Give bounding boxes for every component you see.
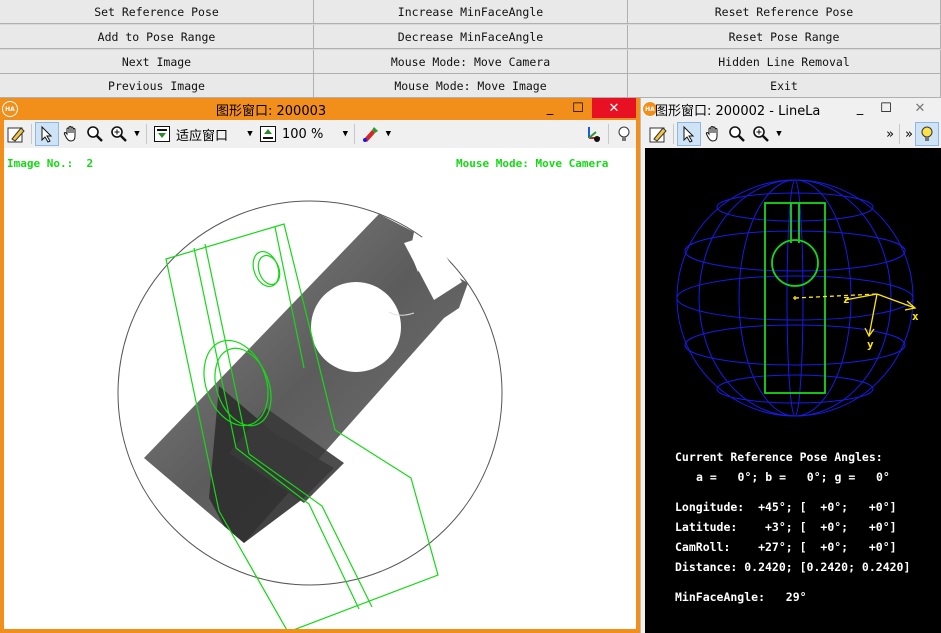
magnifier-icon[interactable] — [725, 122, 749, 146]
minimize-button[interactable]: _ — [536, 98, 564, 118]
min-face-angle-line: MinFaceAngle: 29° — [675, 590, 807, 604]
increase-min-face-angle-button[interactable]: Increase MinFaceAngle — [314, 0, 628, 24]
chevron-down-icon[interactable]: ▼ — [339, 122, 351, 146]
previous-image-button[interactable]: Previous Image — [0, 74, 314, 98]
next-image-button[interactable]: Next Image — [0, 50, 314, 74]
pointer-icon[interactable] — [35, 122, 59, 146]
axis-pose-icon[interactable] — [581, 122, 605, 146]
camera-image-view — [117, 200, 503, 633]
axis-x-label: x — [912, 310, 919, 323]
mouse-mode-label: Mouse Mode: Move Camera — [456, 157, 609, 170]
mouse-mode-move-image-button[interactable]: Mouse Mode: Move Image — [314, 74, 628, 98]
distance-line: Distance: 0.2420; [0.2420; 0.2420] — [675, 560, 911, 574]
chevron-down-icon[interactable]: ▼ — [131, 122, 143, 146]
angles-line: a = 0°; b = 0°; g = 0° — [696, 470, 890, 484]
toolbar-separator — [354, 124, 356, 144]
toolbar-separator — [608, 124, 609, 144]
fit-window-label: 适应窗口 — [176, 128, 229, 144]
hand-icon[interactable] — [59, 122, 83, 146]
zoom-value: 100 % — [282, 126, 324, 142]
toolbar-overflow-icon[interactable]: » — [903, 122, 915, 146]
metal-part — [144, 214, 468, 543]
close-button[interactable]: ✕ — [592, 98, 636, 118]
pointer-icon[interactable] — [677, 122, 701, 146]
latitude-line: Latitude: +3°; [ +0°; +0°] — [675, 520, 897, 534]
minimize-button[interactable]: _ — [847, 98, 873, 118]
zoom-percent-icon[interactable] — [256, 122, 280, 146]
toolbar-separator — [146, 124, 147, 144]
lightbulb-icon[interactable] — [612, 122, 636, 146]
window-title: 图形窗口: 200003 — [216, 104, 327, 119]
lightbulb-icon[interactable] — [915, 122, 939, 146]
pose-view-canvas[interactable]: x y z Current Reference Pose Angles: a =… — [645, 148, 941, 633]
image-canvas[interactable]: Image No.: 2 Mouse Mode: Move Camera — [4, 148, 636, 633]
exit-button[interactable]: Exit — [628, 74, 941, 98]
toolbar-separator — [673, 124, 674, 144]
chevron-down-icon[interactable]: ▼ — [773, 122, 785, 146]
color-marker-icon[interactable] — [358, 122, 382, 146]
button-grid: Set Reference Pose Increase MinFaceAngle… — [0, 0, 941, 98]
maximize-button[interactable]: ☐ — [564, 98, 592, 118]
image-number-label: Image No.: 2 — [7, 157, 94, 170]
pencil-icon[interactable] — [4, 122, 28, 146]
current-ref-pose-title: Current Reference Pose Angles: — [675, 450, 883, 464]
magnifier-icon[interactable] — [83, 122, 107, 146]
window-title: 图形窗口: 200002 - LineLa — [655, 104, 821, 119]
longitude-line: Longitude: +45°; [ +0°; +0°] — [675, 500, 897, 514]
window-titlebar[interactable]: HA 图形窗口: 200002 - LineLa _ ☐ ✕ — [641, 98, 941, 120]
halcon-app-icon: HA — [2, 101, 18, 117]
mouse-mode-move-camera-button[interactable]: Mouse Mode: Move Camera — [314, 50, 628, 74]
maximize-button[interactable]: ☐ — [873, 98, 899, 118]
pencil-icon[interactable] — [646, 122, 670, 146]
graphics-toolbar: ▼ » » — [641, 120, 941, 148]
hand-icon[interactable] — [701, 122, 725, 146]
toolbar-separator — [899, 124, 901, 144]
graphics-window-200003: HA 图形窗口: 200003 _ ☐ ✕ ▼ 适应窗口 ▼ 100 % ▼ ▼… — [0, 98, 640, 633]
zoom-in-icon[interactable] — [107, 122, 131, 146]
reset-pose-range-button[interactable]: Reset Pose Range — [628, 25, 941, 49]
reset-reference-pose-button[interactable]: Reset Reference Pose — [628, 0, 941, 24]
graphics-toolbar: ▼ 适应窗口 ▼ 100 % ▼ ▼ — [4, 120, 636, 148]
decrease-min-face-angle-button[interactable]: Decrease MinFaceAngle — [314, 25, 628, 49]
chevron-down-icon[interactable]: ▼ — [244, 122, 256, 146]
axis-z-label: z — [843, 293, 850, 306]
camroll-line: CamRoll: +27°; [ +0°; +0°] — [675, 540, 897, 554]
window-titlebar[interactable]: HA 图形窗口: 200003 _ ☐ ✕ — [0, 98, 640, 120]
chevron-down-icon[interactable]: ▼ — [382, 122, 394, 146]
close-button[interactable]: ✕ — [899, 98, 941, 118]
hidden-line-removal-button[interactable]: Hidden Line Removal — [628, 50, 941, 74]
toolbar-separator — [31, 124, 32, 144]
bore-hole — [311, 282, 401, 372]
coordinate-axes — [793, 293, 917, 338]
graphics-window-200002: HA 图形窗口: 200002 - LineLa _ ☐ ✕ ▼ » » x y… — [640, 98, 941, 633]
axis-y-label: y — [867, 338, 874, 351]
fit-window-icon[interactable] — [150, 122, 174, 146]
set-reference-pose-button[interactable]: Set Reference Pose — [0, 0, 314, 24]
toolbar-overflow-icon[interactable]: » — [884, 122, 896, 146]
add-to-pose-range-button[interactable]: Add to Pose Range — [0, 25, 314, 49]
zoom-in-icon[interactable] — [749, 122, 773, 146]
